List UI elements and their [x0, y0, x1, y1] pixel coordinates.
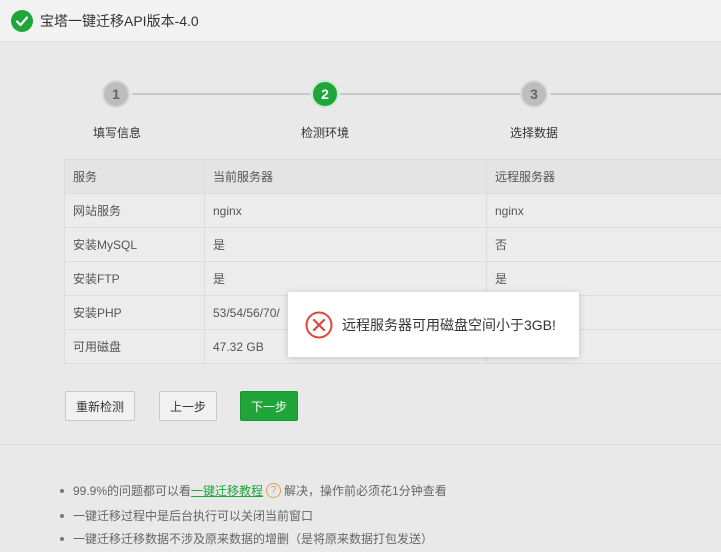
- bullet: [60, 536, 64, 541]
- note-text: 99.9%的问题都可以看: [73, 484, 192, 498]
- column-header: 服务: [64, 159, 205, 194]
- recheck-button[interactable]: 重新检测: [65, 391, 135, 421]
- note-text: 一键迁移过程中是后台执行可以关闭当前窗口: [73, 509, 314, 523]
- table-cell: 可用磁盘: [64, 329, 205, 364]
- table-row: 安装FTP 是 是: [64, 261, 721, 296]
- step-1-circle: 1: [102, 80, 130, 108]
- table-cell: nginx: [486, 193, 721, 228]
- table-cell: 是: [204, 261, 487, 296]
- error-icon: [305, 311, 333, 338]
- step-3-label: 选择数据: [510, 126, 559, 140]
- table-cell: nginx: [204, 193, 487, 228]
- column-header: 远程服务器: [486, 159, 721, 194]
- error-toast: 远程服务器可用磁盘空间小于3GB!: [288, 292, 579, 357]
- help-icon[interactable]: ?: [266, 483, 282, 498]
- toast-message: 远程服务器可用磁盘空间小于3GB!: [342, 316, 556, 333]
- bullet: [60, 488, 64, 493]
- window-titlebar: 宝塔一键迁移API版本-4.0: [0, 0, 721, 42]
- table-cell: 网站服务: [64, 193, 205, 228]
- table-cell: 安装FTP: [64, 261, 205, 296]
- note-tutorial: 99.9%的问题都可以看 一键迁移教程 ? 解决，操作前必须花1分钟查看: [60, 482, 447, 499]
- step-2-circle: 2: [311, 80, 339, 108]
- step-2-label: 检测环境: [301, 126, 350, 140]
- column-header: 当前服务器: [204, 159, 487, 194]
- step-connector: [550, 93, 721, 95]
- bullet: [60, 513, 64, 518]
- step-3-circle: 3: [520, 80, 548, 108]
- table-cell: 安装PHP: [64, 295, 205, 330]
- previous-step-button[interactable]: 上一步: [159, 391, 217, 421]
- next-step-button[interactable]: 下一步: [240, 391, 298, 421]
- table-cell: 安装MySQL: [64, 227, 205, 262]
- step-connector: [340, 93, 520, 95]
- checkmark-icon: [11, 9, 33, 32]
- step-connector: [132, 93, 310, 95]
- note-data: 一键迁移迁移数据不涉及原来数据的增删（是将原来数据打包发送）: [60, 530, 433, 547]
- note-text: 解决，操作前必须花1分钟查看: [284, 484, 447, 498]
- table-cell: 否: [486, 227, 721, 262]
- table-cell: 是: [486, 261, 721, 296]
- table-header-row: 服务 当前服务器 远程服务器: [64, 159, 721, 194]
- step-1-label: 填写信息: [93, 126, 142, 140]
- table-row: 安装MySQL 是 否: [64, 227, 721, 262]
- divider: [0, 444, 721, 445]
- tutorial-link[interactable]: 一键迁移教程: [191, 482, 263, 499]
- table-cell: 是: [204, 227, 487, 262]
- note-text: 一键迁移迁移数据不涉及原来数据的增删（是将原来数据打包发送）: [73, 532, 434, 546]
- note-background: 一键迁移过程中是后台执行可以关闭当前窗口: [60, 507, 313, 524]
- table-row: 网站服务 nginx nginx: [64, 193, 721, 228]
- window-title: 宝塔一键迁移API版本-4.0: [40, 12, 199, 29]
